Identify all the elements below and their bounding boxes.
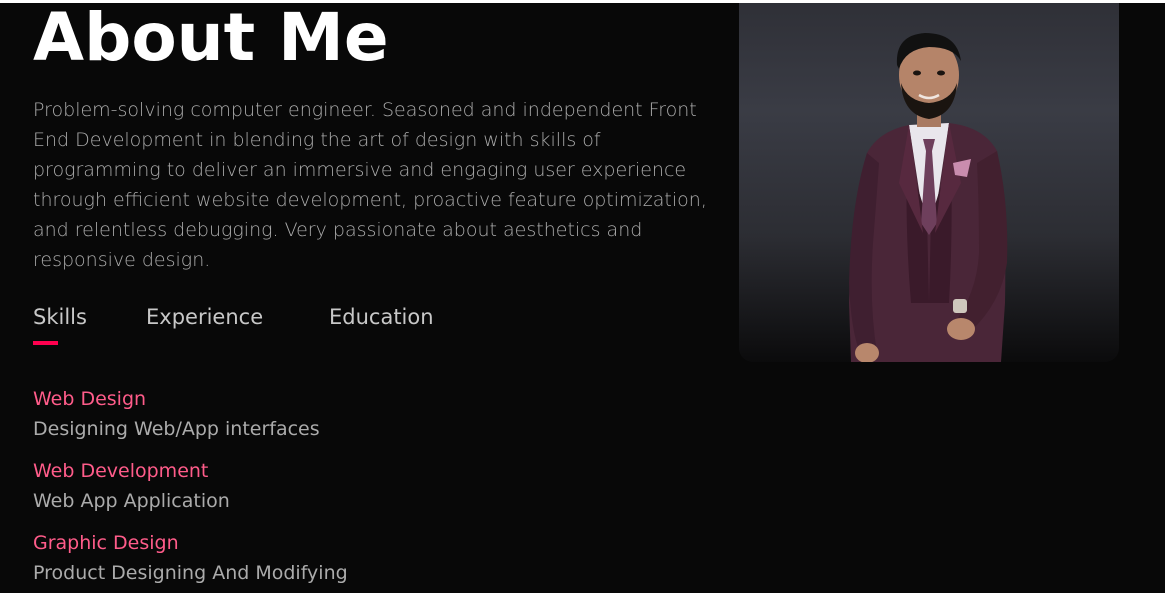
tab-skills[interactable]: Skills	[33, 300, 87, 334]
list-item: Web Development Web App Application	[33, 456, 633, 516]
profile-photo	[739, 3, 1119, 362]
list-item: Web Design Designing Web/App interfaces	[33, 384, 633, 444]
skill-description: Designing Web/App interfaces	[33, 418, 320, 440]
skill-description: Web App Application	[33, 490, 230, 512]
bio-paragraph: Problem-solving computer engineer. Seaso…	[33, 99, 707, 271]
skill-title: Graphic Design	[33, 532, 179, 554]
active-tab-indicator	[33, 341, 58, 345]
skill-title: Web Development	[33, 460, 209, 482]
tab-education[interactable]: Education	[329, 300, 434, 334]
skills-list: Web Design Designing Web/App interfaces …	[33, 384, 633, 593]
tab-experience[interactable]: Experience	[146, 300, 263, 334]
skill-description: Product Designing And Modifying	[33, 562, 348, 584]
list-item: Graphic Design Product Designing And Mod…	[33, 528, 633, 588]
page-title: About Me	[33, 0, 389, 76]
skill-title: Web Design	[33, 388, 147, 410]
tab-bar: Skills Experience Education	[33, 300, 533, 350]
person-portrait-image	[849, 33, 1008, 362]
